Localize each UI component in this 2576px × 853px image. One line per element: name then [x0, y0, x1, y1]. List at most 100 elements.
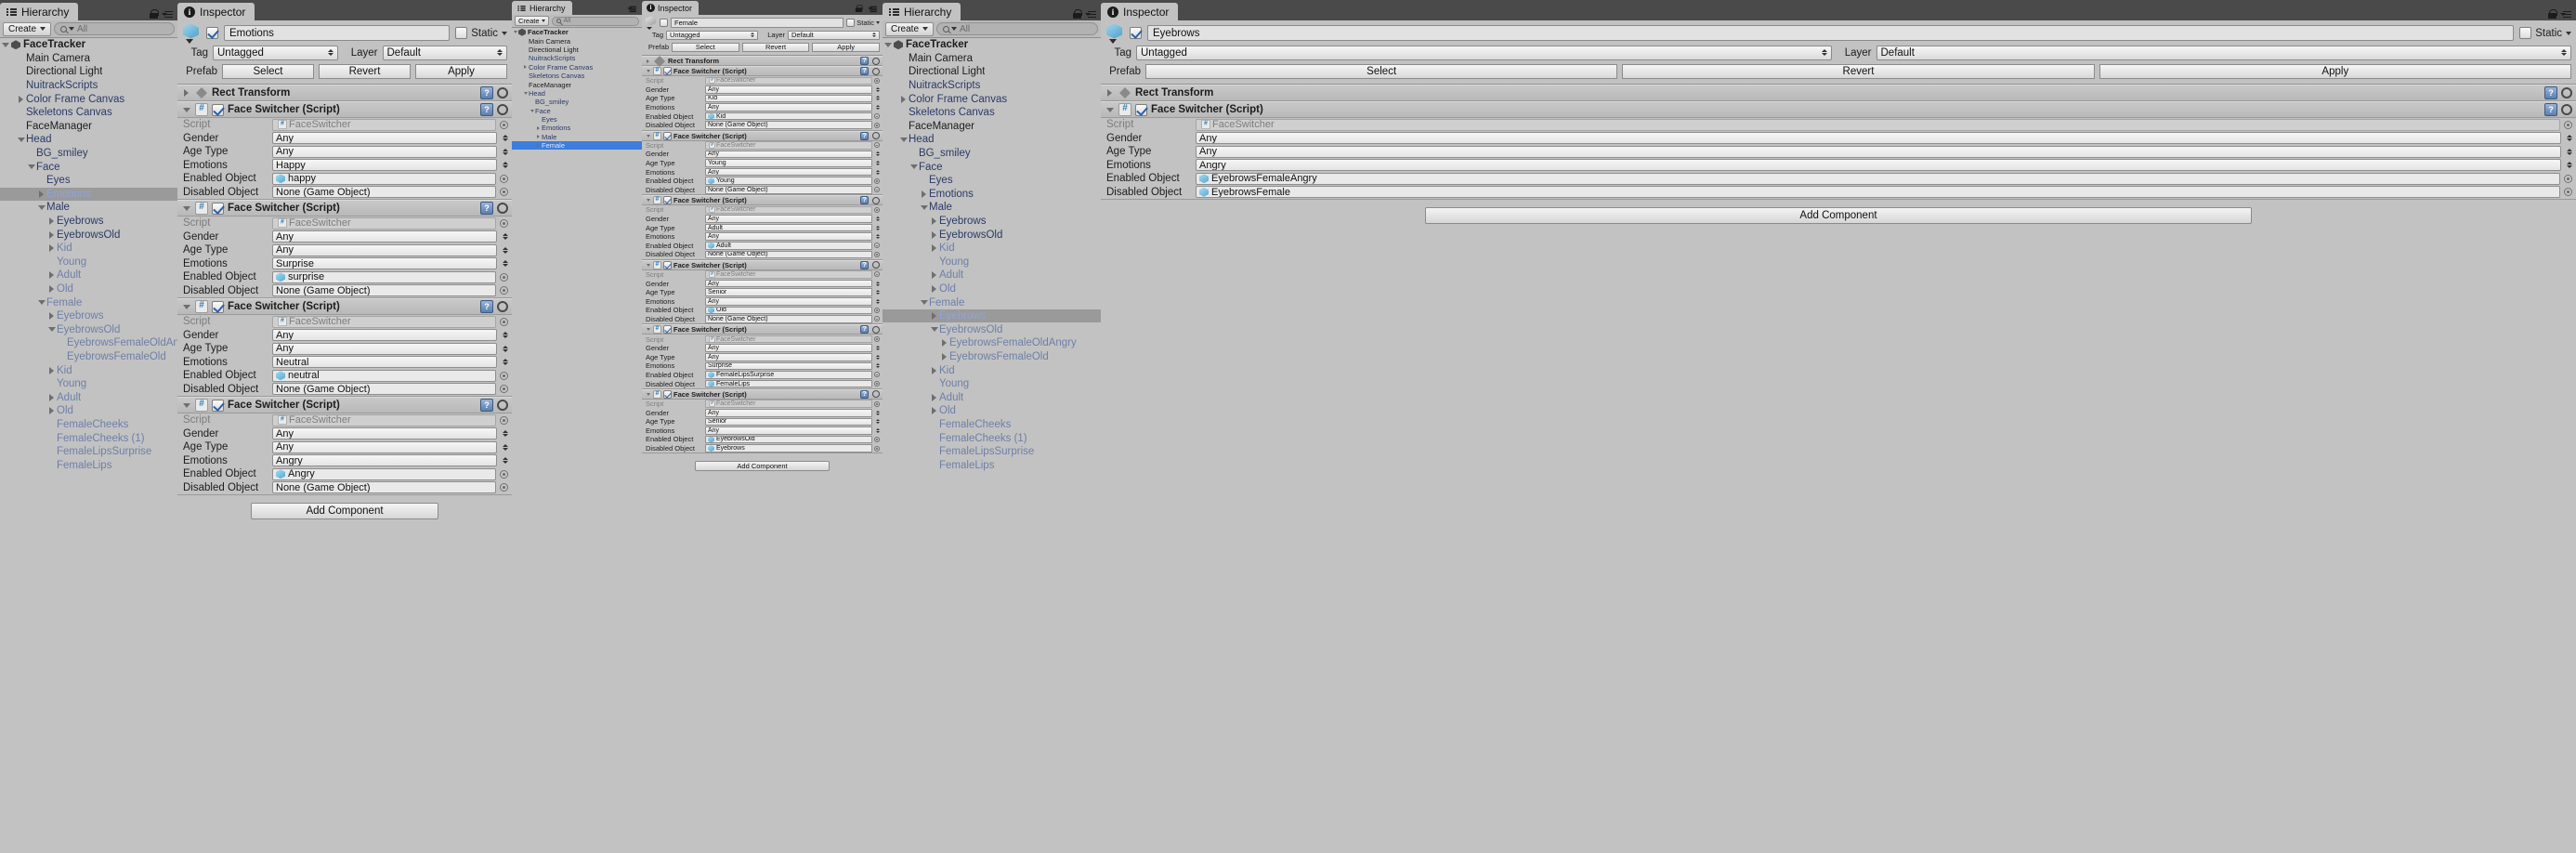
hierarchy-item-femalecheeks[interactable]: FemaleCheeks	[883, 418, 1101, 432]
object-picker-icon[interactable]	[874, 206, 880, 213]
tab-hierarchy-3[interactable]: Hierarchy	[883, 3, 961, 20]
script-object-field[interactable]: FaceSwitcher	[272, 217, 496, 230]
gear-icon[interactable]	[872, 390, 880, 399]
hierarchy-item-facemanager[interactable]: FaceManager	[0, 120, 177, 134]
stepper-icon[interactable]	[874, 281, 880, 286]
hierarchy-tree-3[interactable]: FaceTracker Main Camera Directional Light N…	[883, 38, 1101, 853]
gear-icon[interactable]	[497, 203, 508, 214]
chevron-right-icon[interactable]	[46, 230, 57, 239]
stepper-icon[interactable]	[501, 233, 508, 241]
emotions-dropdown[interactable]: Any	[705, 296, 872, 306]
hierarchy-item-facemanager[interactable]: FaceManager	[512, 80, 642, 89]
hierarchy-item-skeletons-canvas[interactable]: Skeletons Canvas	[883, 106, 1101, 120]
chevron-right-icon[interactable]	[181, 89, 191, 97]
chevron-down-icon[interactable]	[36, 300, 46, 306]
hierarchy-item-eyes[interactable]: Eyes	[883, 174, 1101, 188]
component-header-face-switcher[interactable]: Face Switcher (Script)?	[1101, 101, 2576, 118]
add-component-button[interactable]: Add Component	[1425, 207, 2252, 224]
lock-icon[interactable]	[1073, 9, 1082, 19]
component-enabled-checkbox[interactable]	[212, 399, 224, 412]
inspector-components-1[interactable]: Rect Transform?Face Switcher (Script)?Sc…	[177, 85, 512, 519]
gender-dropdown[interactable]: Any	[272, 427, 497, 440]
object-picker-icon[interactable]	[874, 381, 880, 387]
chevron-down-icon[interactable]	[181, 402, 191, 408]
panel-menu-icon[interactable]	[627, 6, 636, 12]
object-picker-icon[interactable]	[500, 174, 508, 183]
chevron-right-icon[interactable]	[929, 217, 939, 226]
hierarchy-item-emotions[interactable]: Emotions	[883, 188, 1101, 202]
gender-dropdown[interactable]: Any	[705, 85, 872, 94]
hierarchy-item-emotions[interactable]: Emotions	[512, 124, 642, 132]
hierarchy-item-nuitrackscripts[interactable]: NuitrackScripts	[0, 79, 177, 93]
component-enabled-checkbox[interactable]	[663, 389, 672, 399]
disabled-object-field[interactable]: None (Game Object)	[272, 186, 496, 199]
gear-icon[interactable]	[2561, 104, 2572, 115]
stepper-icon[interactable]	[2565, 162, 2572, 169]
emotions-dropdown[interactable]: Angry	[272, 454, 497, 467]
chevron-down-icon[interactable]	[0, 42, 10, 47]
disabled-object-field[interactable]: None (Game Object)	[705, 250, 872, 259]
object-name-field-2[interactable]: Female	[671, 17, 844, 28]
component-enabled-checkbox[interactable]	[212, 103, 224, 116]
create-button-3[interactable]: Create	[885, 21, 935, 36]
chevron-down-icon[interactable]	[883, 42, 893, 47]
help-icon[interactable]: ?	[860, 131, 869, 140]
add-component-button[interactable]: Add Component	[251, 503, 438, 519]
hierarchy-item-eyebrowsfemaleold[interactable]: EyebrowsFemaleOld	[0, 350, 177, 364]
stepper-icon[interactable]	[501, 332, 508, 339]
chevron-right-icon[interactable]	[16, 95, 26, 103]
chevron-right-icon[interactable]	[929, 271, 939, 280]
chevron-down-icon[interactable]	[46, 327, 57, 333]
hierarchy-tree-2[interactable]: FaceTracker Main Camera Directional Light N…	[512, 28, 642, 853]
chevron-right-icon[interactable]	[46, 407, 57, 415]
script-object-field[interactable]: FaceSwitcher	[272, 413, 496, 426]
gear-icon[interactable]	[872, 57, 880, 65]
chevron-right-icon[interactable]	[929, 393, 939, 401]
help-icon[interactable]: ?	[480, 202, 493, 215]
hierarchy-item-femalelips[interactable]: FemaleLips	[0, 458, 177, 472]
lock-icon[interactable]	[2548, 9, 2557, 19]
gear-icon[interactable]	[2561, 87, 2572, 98]
chevron-down-icon[interactable]	[512, 31, 518, 34]
object-picker-icon[interactable]	[874, 372, 880, 378]
chevron-right-icon[interactable]	[645, 59, 651, 63]
hierarchy-item-eyes[interactable]: Eyes	[0, 174, 177, 188]
enabled-object-field[interactable]: Adult	[705, 242, 872, 250]
component-header-face-switcher[interactable]: Face Switcher (Script)?	[177, 200, 512, 217]
hierarchy-item-adult[interactable]: Adult	[0, 390, 177, 404]
hierarchy-item-old[interactable]: Old	[0, 404, 177, 418]
object-name-field-4[interactable]: Eyebrows	[1147, 25, 2515, 41]
hierarchy-item-kid[interactable]: Kid	[0, 363, 177, 377]
object-picker-icon[interactable]	[874, 445, 880, 452]
hierarchy-root-row[interactable]: FaceTracker	[512, 28, 642, 36]
stepper-icon[interactable]	[501, 359, 508, 366]
enabled-object-field[interactable]: Kid	[705, 112, 872, 121]
chevron-down-icon[interactable]	[529, 109, 535, 112]
hierarchy-item-femalelipssurprise[interactable]: FemaleLipsSurprise	[0, 445, 177, 459]
object-picker-icon[interactable]	[500, 272, 508, 282]
hierarchy-item-eyebrows[interactable]: Eyebrows	[0, 309, 177, 323]
stepper-icon[interactable]	[874, 410, 880, 415]
gender-dropdown[interactable]: Any	[705, 215, 872, 223]
object-picker-icon[interactable]	[2564, 188, 2572, 197]
hierarchy-item-femalelips[interactable]: FemaleLips	[883, 458, 1101, 472]
chevron-down-icon[interactable]	[929, 327, 939, 333]
component-header-face-switcher[interactable]: Face Switcher (Script)?	[642, 259, 883, 270]
hierarchy-item-young[interactable]: Young	[0, 256, 177, 269]
object-picker-icon[interactable]	[874, 113, 880, 120]
hierarchy-item-facemanager[interactable]: FaceManager	[883, 120, 1101, 134]
chevron-right-icon[interactable]	[929, 407, 939, 415]
component-header-face-switcher[interactable]: Face Switcher (Script)?	[177, 101, 512, 118]
hierarchy-item-skeletons-canvas[interactable]: Skeletons Canvas	[0, 106, 177, 120]
chevron-down-icon[interactable]	[181, 107, 191, 112]
chevron-right-icon[interactable]	[535, 125, 542, 130]
component-header-face-switcher[interactable]: Face Switcher (Script)?	[642, 388, 883, 400]
component-header-face-switcher[interactable]: Face Switcher (Script)?	[177, 397, 512, 413]
help-icon[interactable]: ?	[480, 300, 493, 313]
component-enabled-checkbox[interactable]	[212, 202, 224, 215]
component-enabled-checkbox[interactable]	[663, 131, 672, 140]
age-type-dropdown[interactable]: Any	[705, 352, 872, 361]
stepper-icon[interactable]	[874, 86, 880, 92]
enabled-object-field[interactable]: EyebrowsOld	[705, 435, 872, 444]
emotions-dropdown[interactable]: Surprise	[272, 257, 497, 270]
